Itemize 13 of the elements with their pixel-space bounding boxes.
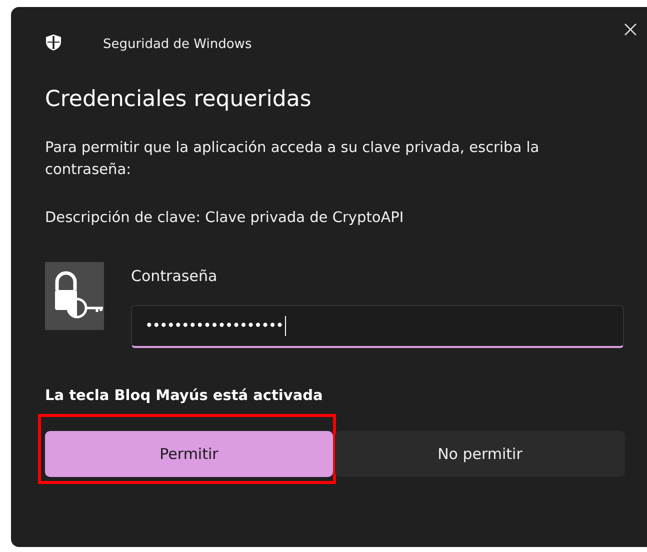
caps-lock-warning: La tecla Bloq Mayús está activada xyxy=(45,388,324,404)
lock-key-icon xyxy=(45,262,104,330)
dialog-heading: Credenciales requeridas xyxy=(45,87,312,114)
message-text: Para permitir que la aplicación acceda a su clave privada, escriba la contraseña: xyxy=(45,139,540,180)
password-label: Contraseña xyxy=(131,267,218,285)
close-icon xyxy=(624,23,637,36)
window-title: Seguridad de Windows xyxy=(103,36,252,52)
permission-button[interactable]: Permitir xyxy=(45,431,333,477)
close-button[interactable] xyxy=(622,21,639,38)
shield-icon xyxy=(45,34,62,50)
permission-button[interactable]: No permitir xyxy=(335,431,625,477)
password-field[interactable]: ••••••••••••••••••• xyxy=(131,305,624,348)
key-description: Descripción de clave: Clave privada de CryptoAPI xyxy=(45,210,405,226)
